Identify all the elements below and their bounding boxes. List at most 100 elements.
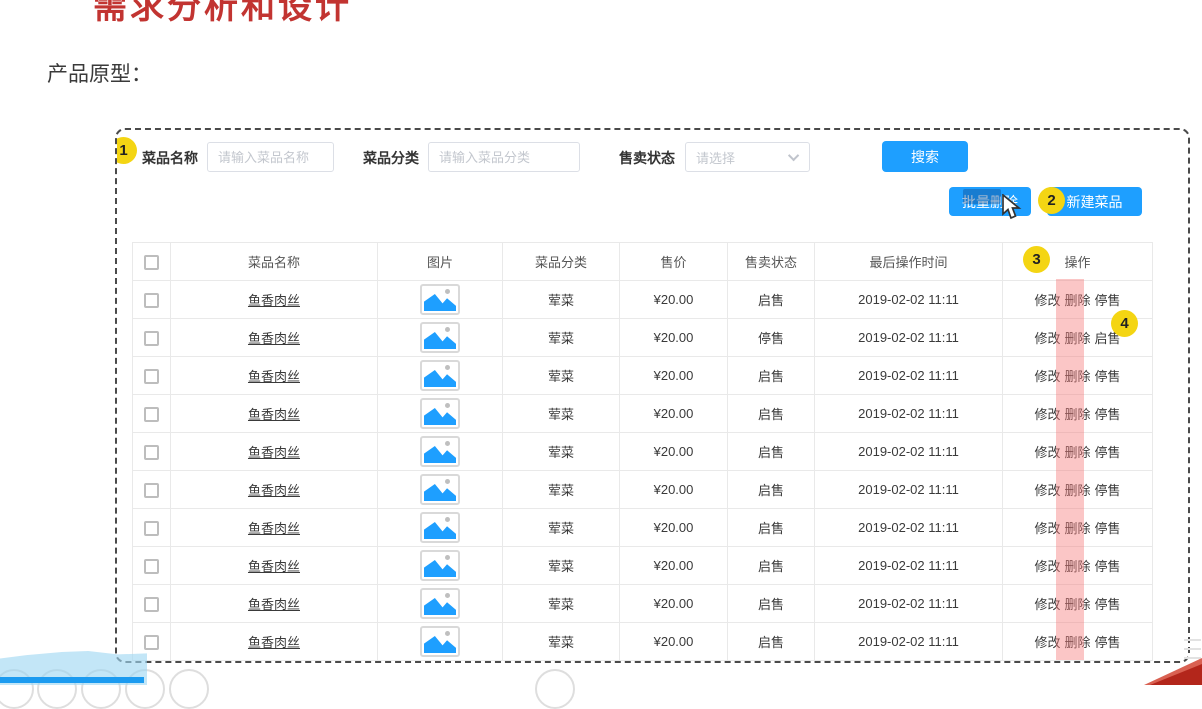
actions-cell: 修改 删除 停售 [1002, 584, 1153, 623]
image-placeholder-icon[interactable] [420, 626, 460, 657]
sale-status-cell: 启售 [727, 546, 815, 585]
last-operate-time-cell: 2019-02-02 11:11 [814, 584, 1003, 623]
delete-action-link[interactable]: 删除 [1062, 559, 1092, 574]
row-checkbox[interactable] [144, 444, 159, 460]
dish-name-link[interactable]: 鱼香肉丝 [248, 483, 300, 498]
edit-action-link[interactable]: 修改 [1032, 635, 1062, 650]
sale-status-select[interactable]: 请选择 [685, 142, 810, 172]
dish-category-cell: 荤菜 [502, 394, 620, 433]
toggle-sale-action-link[interactable]: 停售 [1093, 635, 1123, 650]
sale-status-cell: 启售 [727, 508, 815, 547]
delete-action-link[interactable]: 删除 [1062, 369, 1092, 384]
image-placeholder-icon[interactable] [420, 512, 460, 543]
row-checkbox[interactable] [144, 406, 159, 422]
delete-action-link[interactable]: 删除 [1062, 521, 1092, 536]
edit-action-link[interactable]: 修改 [1032, 407, 1062, 422]
row-checkbox[interactable] [144, 368, 159, 384]
toggle-sale-action-link[interactable]: 停售 [1093, 483, 1123, 498]
edit-action-link[interactable]: 修改 [1032, 293, 1062, 308]
row-checkbox[interactable] [144, 292, 159, 308]
image-placeholder-icon[interactable] [420, 588, 460, 619]
delete-action-link[interactable]: 删除 [1062, 331, 1092, 346]
sun-dot [445, 517, 450, 522]
last-operate-time-cell: 2019-02-02 11:11 [814, 394, 1003, 433]
image-placeholder-icon[interactable] [420, 360, 460, 391]
image-placeholder-icon[interactable] [420, 474, 460, 505]
dish-name-link[interactable]: 鱼香肉丝 [248, 331, 300, 346]
edit-action-link[interactable]: 修改 [1032, 331, 1062, 346]
row-checkbox-cell [132, 584, 171, 623]
last-operate-time-cell: 2019-02-02 11:11 [814, 508, 1003, 547]
dish-image-cell [377, 622, 503, 661]
delete-action-link[interactable]: 删除 [1062, 445, 1092, 460]
search-button[interactable]: 搜索 [882, 141, 968, 172]
row-checkbox[interactable] [144, 596, 159, 612]
table-row: 鱼香肉丝 荤菜 ¥20.00 启售 2019-02-02 11:11 修改 删除 停售 [132, 622, 1153, 661]
dish-name-link[interactable]: 鱼香肉丝 [248, 369, 300, 384]
ghost-toolbar-circle [125, 669, 165, 709]
delete-action-link[interactable]: 删除 [1062, 483, 1092, 498]
dish-price-cell: ¥20.00 [619, 470, 728, 509]
dish-name-link[interactable]: 鱼香肉丝 [248, 559, 300, 574]
row-checkbox[interactable] [144, 558, 159, 574]
dish-name-link[interactable]: 鱼香肉丝 [248, 521, 300, 536]
dish-name-link[interactable]: 鱼香肉丝 [248, 635, 300, 650]
dish-name-input[interactable] [207, 142, 334, 172]
delete-action-link[interactable]: 删除 [1062, 597, 1092, 612]
edit-action-link[interactable]: 修改 [1032, 483, 1062, 498]
dish-name-link[interactable]: 鱼香肉丝 [248, 407, 300, 422]
toggle-sale-action-link[interactable]: 停售 [1093, 597, 1123, 612]
annotation-marker-1: 1 [117, 137, 137, 164]
toggle-sale-action-link[interactable]: 停售 [1093, 293, 1123, 308]
mountain-shape [424, 408, 456, 425]
annotation-marker-2: 2 [1038, 187, 1065, 214]
row-checkbox[interactable] [144, 482, 159, 498]
column-header: 菜品名称 [170, 242, 378, 281]
dish-table: 菜品名称 图片 菜品分类 售价 售卖状态 最后操作时间 操作 鱼香肉丝 荤菜 ¥20.00 启售 2… [132, 242, 1153, 661]
dish-name-link[interactable]: 鱼香肉丝 [248, 445, 300, 460]
annotation-marker-3: 3 [1023, 246, 1050, 273]
toggle-sale-action-link[interactable]: 停售 [1093, 407, 1123, 422]
row-checkbox[interactable] [144, 634, 159, 650]
image-placeholder-icon[interactable] [420, 398, 460, 429]
toggle-sale-action-link[interactable]: 停售 [1093, 521, 1123, 536]
toggle-sale-action-link[interactable]: 停售 [1093, 369, 1123, 384]
sun-dot [445, 631, 450, 636]
dish-name-cell: 鱼香肉丝 [170, 622, 378, 661]
delete-action-link[interactable]: 删除 [1062, 293, 1092, 308]
ghost-toolbar-circle [0, 669, 34, 709]
sale-status-cell: 启售 [727, 584, 815, 623]
dish-category-cell: 荤菜 [502, 546, 620, 585]
dish-image-cell [377, 508, 503, 547]
toggle-sale-action-link[interactable]: 停售 [1093, 559, 1123, 574]
row-checkbox-cell [132, 432, 171, 471]
select-all-checkbox[interactable] [144, 254, 159, 270]
dish-name-link[interactable]: 鱼香肉丝 [248, 597, 300, 612]
dish-name-cell: 鱼香肉丝 [170, 546, 378, 585]
dish-price-cell: ¥20.00 [619, 356, 728, 395]
row-checkbox[interactable] [144, 520, 159, 536]
column-header: 菜品分类 [502, 242, 620, 281]
edit-action-link[interactable]: 修改 [1032, 559, 1062, 574]
dish-price-cell: ¥20.00 [619, 394, 728, 433]
edit-action-link[interactable]: 修改 [1032, 445, 1062, 460]
last-operate-time-cell: 2019-02-02 11:11 [814, 622, 1003, 661]
delete-action-link[interactable]: 删除 [1062, 635, 1092, 650]
toggle-sale-action-link[interactable]: 停售 [1093, 445, 1123, 460]
dish-category-input[interactable] [428, 142, 580, 172]
image-placeholder-icon[interactable] [420, 550, 460, 581]
blue-underline-bar [0, 677, 144, 683]
mountain-shape [424, 446, 456, 463]
edit-action-link[interactable]: 修改 [1032, 521, 1062, 536]
sale-status-cell: 启售 [727, 394, 815, 433]
image-placeholder-icon[interactable] [420, 436, 460, 467]
delete-action-link[interactable]: 删除 [1062, 407, 1092, 422]
image-placeholder-icon[interactable] [420, 284, 460, 315]
row-checkbox[interactable] [144, 330, 159, 346]
edit-action-link[interactable]: 修改 [1032, 369, 1062, 384]
dish-name-link[interactable]: 鱼香肉丝 [248, 293, 300, 308]
mountain-shape [424, 294, 456, 311]
batch-delete-button[interactable]: 批量删除 [949, 187, 1031, 216]
image-placeholder-icon[interactable] [420, 322, 460, 353]
edit-action-link[interactable]: 修改 [1032, 597, 1062, 612]
